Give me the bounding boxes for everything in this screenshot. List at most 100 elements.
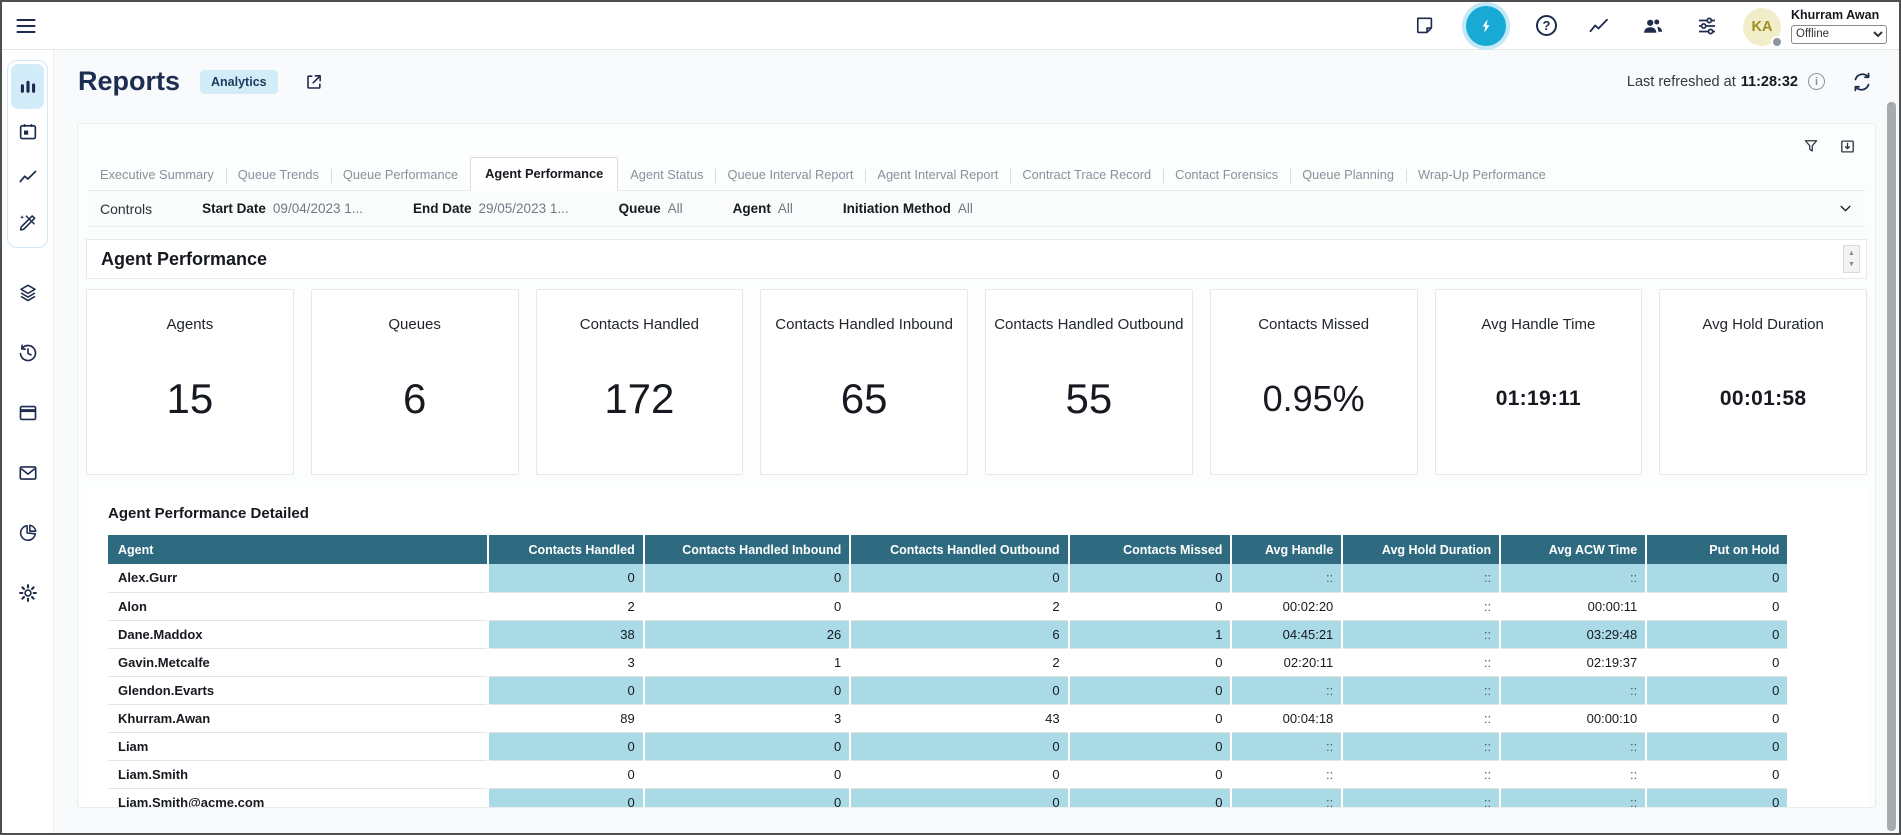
kpi-value: 15 <box>167 375 214 423</box>
sidebar-item-reports[interactable] <box>11 64 44 109</box>
metric-cell: 0 <box>1646 760 1787 788</box>
table-row-liam-smith-acme-com: Liam.Smith@acme.com0000::::::0 <box>108 788 1787 808</box>
filter-value: 09/04/2023 1... <box>273 201 363 216</box>
report-card: Executive SummaryQueue TrendsQueue Perfo… <box>77 123 1876 808</box>
column-header-contacts-handled[interactable]: Contacts Handled <box>488 535 644 564</box>
metric-cell: 0 <box>1646 676 1787 704</box>
preferences-sliders-icon[interactable] <box>1695 14 1719 38</box>
tab-agent-performance[interactable]: Agent Performance <box>470 157 618 191</box>
metric-cell: :: <box>1500 564 1646 592</box>
user-block: KA Khurram Awan Offline <box>1743 6 1887 46</box>
filter-initiation-method[interactable]: Initiation MethodAll <box>843 201 973 216</box>
metric-cell: 0 <box>1069 564 1232 592</box>
metric-cell: 0 <box>488 732 644 760</box>
sidebar-item-layers[interactable] <box>2 263 53 323</box>
refresh-area: Last refreshed at 11:28:32 i <box>1627 71 1873 93</box>
metric-cell: 0 <box>644 732 851 760</box>
tab-wrap-up-performance[interactable]: Wrap-Up Performance <box>1406 160 1558 190</box>
notes-icon[interactable] <box>1413 14 1436 37</box>
kpi-card-contacts-handled: Contacts Handled172 <box>536 289 744 475</box>
sidebar-item-apps[interactable] <box>2 383 53 443</box>
metric-cell: :: <box>1342 620 1500 648</box>
sidebar-item-reports-pie[interactable] <box>2 503 53 563</box>
metric-cell: 0 <box>488 676 644 704</box>
metric-cell: 0 <box>488 760 644 788</box>
tab-agent-status[interactable]: Agent Status <box>618 160 715 190</box>
sidebar-item-schedule[interactable] <box>11 109 44 154</box>
stepper-control[interactable]: ▲ ▼ <box>1843 245 1860 273</box>
download-icon[interactable] <box>1838 137 1857 156</box>
kpi-label: Avg Hold Duration <box>1702 316 1823 333</box>
hamburger-menu-icon[interactable] <box>14 14 38 38</box>
agent-status-select[interactable]: Offline <box>1791 25 1887 44</box>
boost-lightning-icon[interactable] <box>1466 6 1506 46</box>
users-icon[interactable] <box>1641 14 1665 38</box>
help-icon[interactable]: ? <box>1536 15 1557 36</box>
metrics-icon[interactable] <box>1587 14 1611 38</box>
filter-agent[interactable]: AgentAll <box>733 201 793 216</box>
column-header-avg-handle[interactable]: Avg Handle <box>1231 535 1342 564</box>
column-header-avg-hold-duration[interactable]: Avg Hold Duration <box>1342 535 1500 564</box>
tab-contract-trace-record[interactable]: Contract Trace Record <box>1010 160 1163 190</box>
info-icon[interactable]: i <box>1808 73 1825 90</box>
filter-start-date[interactable]: Start Date09/04/2023 1... <box>202 201 363 216</box>
column-header-put-on-hold[interactable]: Put on Hold <box>1646 535 1787 564</box>
metric-cell: 3 <box>488 648 644 676</box>
page-scrollbar[interactable] <box>1887 102 1896 831</box>
sidebar-item-email[interactable] <box>2 443 53 503</box>
metric-cell: 0 <box>1646 788 1787 808</box>
kpi-row: Agents15Queues6Contacts Handled172Contac… <box>86 289 1867 475</box>
sidebar-item-history[interactable] <box>2 323 53 383</box>
column-header-agent[interactable]: Agent <box>108 535 488 564</box>
metric-cell: 0 <box>644 592 851 620</box>
external-link-icon[interactable] <box>304 72 324 92</box>
sidebar-analytics-group <box>7 60 48 248</box>
column-header-avg-acw-time[interactable]: Avg ACW Time <box>1500 535 1646 564</box>
metric-cell: 04:45:21 <box>1231 620 1342 648</box>
column-header-contacts-missed[interactable]: Contacts Missed <box>1069 535 1232 564</box>
layers-icon <box>17 282 39 304</box>
bar-chart-icon <box>17 76 39 98</box>
stepper-up-icon: ▲ <box>1848 250 1855 257</box>
tab-queue-planning[interactable]: Queue Planning <box>1290 160 1406 190</box>
filter-end-date[interactable]: End Date29/05/2023 1... <box>413 201 569 216</box>
tab-queue-trends[interactable]: Queue Trends <box>226 160 331 190</box>
main-content: Reports Analytics Last refreshed at 11:2… <box>54 50 1899 833</box>
sidebar-item-content[interactable] <box>11 199 44 244</box>
metric-cell: 02:19:37 <box>1500 648 1646 676</box>
table-row-liam-smith: Liam.Smith0000::::::0 <box>108 760 1787 788</box>
metric-cell: :: <box>1500 676 1646 704</box>
tab-executive-summary[interactable]: Executive Summary <box>88 160 226 190</box>
column-header-contacts-handled-outbound[interactable]: Contacts Handled Outbound <box>850 535 1068 564</box>
metric-cell: 0 <box>1069 704 1232 732</box>
metric-cell: 0 <box>1646 564 1787 592</box>
metric-cell: 0 <box>1646 648 1787 676</box>
filter-icon[interactable] <box>1802 137 1820 155</box>
kpi-value: 6 <box>403 375 426 423</box>
metric-cell: 0 <box>850 760 1068 788</box>
metric-cell: 00:00:10 <box>1500 704 1646 732</box>
metric-cell: :: <box>1342 592 1500 620</box>
metric-cell: 0 <box>644 760 851 788</box>
agent-name-cell: Liam.Smith <box>108 760 488 788</box>
agent-name-cell: Liam.Smith@acme.com <box>108 788 488 808</box>
tab-agent-interval-report[interactable]: Agent Interval Report <box>865 160 1010 190</box>
chevron-down-icon[interactable] <box>1838 201 1853 216</box>
kpi-card-contacts-handled-inbound: Contacts Handled Inbound65 <box>760 289 968 475</box>
kpi-value: 65 <box>841 375 888 423</box>
refresh-icon[interactable] <box>1851 71 1873 93</box>
filter-queue[interactable]: QueueAll <box>619 201 683 216</box>
metric-cell: 1 <box>1069 620 1232 648</box>
sidebar-item-metrics[interactable] <box>11 154 44 199</box>
avatar[interactable]: KA <box>1743 8 1781 46</box>
sidebar-item-settings[interactable] <box>2 563 53 623</box>
tab-queue-interval-report[interactable]: Queue Interval Report <box>715 160 865 190</box>
column-header-contacts-handled-inbound[interactable]: Contacts Handled Inbound <box>644 535 851 564</box>
tab-contact-forensics[interactable]: Contact Forensics <box>1163 160 1290 190</box>
table-row-liam: Liam0000::::::0 <box>108 732 1787 760</box>
metric-cell: 0 <box>644 788 851 808</box>
kpi-value: 55 <box>1066 375 1113 423</box>
metric-cell: 0 <box>1646 592 1787 620</box>
sidebar-lower-group <box>2 263 53 623</box>
tab-queue-performance[interactable]: Queue Performance <box>331 160 470 190</box>
